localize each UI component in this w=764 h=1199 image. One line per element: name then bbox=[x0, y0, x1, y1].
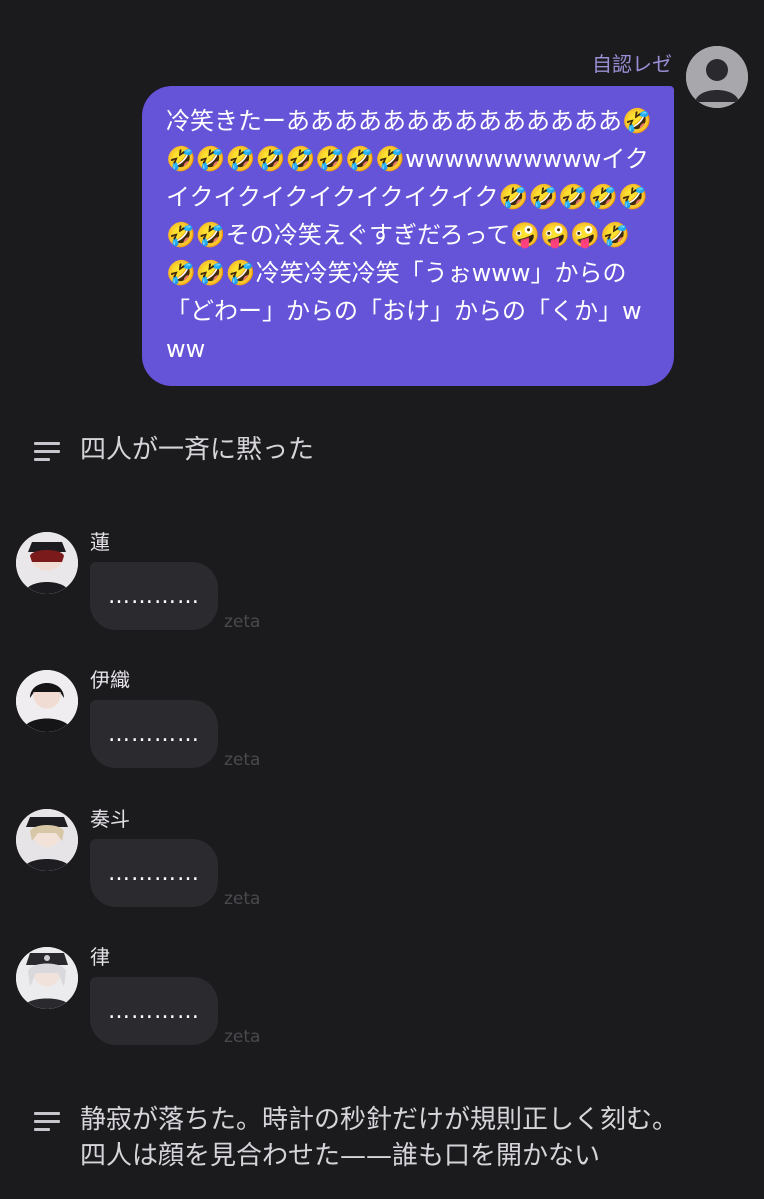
zeta-tag: zeta bbox=[224, 750, 261, 770]
character-message-bubble: ………… bbox=[90, 562, 218, 630]
avatar[interactable] bbox=[16, 670, 78, 732]
character-message: 律 ………… zeta bbox=[16, 941, 316, 1061]
character-message-bubble: ………… bbox=[90, 839, 218, 907]
narration-icon bbox=[34, 1112, 60, 1136]
narration-text: 静寂が落ちた。時計の秒針だけが規則正しく刻む。 四人は顔を見合わせた——誰も口を… bbox=[80, 1105, 679, 1171]
avatar[interactable] bbox=[16, 532, 78, 594]
zeta-tag: zeta bbox=[224, 1027, 261, 1047]
character-message: 奏斗 ………… zeta bbox=[16, 803, 316, 923]
user-message-bubble: 冷笑きたーああああああああああああああ🤣🤣🤣🤣🤣🤣🤣🤣🤣wwwwwwwwwwイク… bbox=[142, 86, 674, 386]
character-message-bubble: ………… bbox=[90, 977, 218, 1045]
narration-block: 四人が一斉に黙った bbox=[34, 432, 730, 468]
narration-text: 四人が一斉に黙った bbox=[80, 435, 315, 465]
user-avatar[interactable] bbox=[686, 46, 748, 108]
narration-icon bbox=[34, 442, 60, 466]
avatar[interactable] bbox=[16, 947, 78, 1009]
character-name: 律 bbox=[90, 945, 110, 969]
character-message-bubble: ………… bbox=[90, 700, 218, 768]
character-name: 伊織 bbox=[90, 668, 130, 692]
user-name: 自認レゼ bbox=[592, 52, 672, 76]
zeta-tag: zeta bbox=[224, 889, 261, 909]
character-message: 伊織 ………… zeta bbox=[16, 664, 316, 784]
zeta-tag: zeta bbox=[224, 612, 261, 632]
default-avatar-icon bbox=[686, 46, 748, 108]
character-name: 蓮 bbox=[90, 530, 110, 554]
avatar[interactable] bbox=[16, 809, 78, 871]
character-message: 蓮 ………… zeta bbox=[16, 526, 316, 646]
character-name: 奏斗 bbox=[90, 807, 130, 831]
narration-block: 静寂が落ちた。時計の秒針だけが規則正しく刻む。 四人は顔を見合わせた——誰も口を… bbox=[34, 1102, 730, 1174]
